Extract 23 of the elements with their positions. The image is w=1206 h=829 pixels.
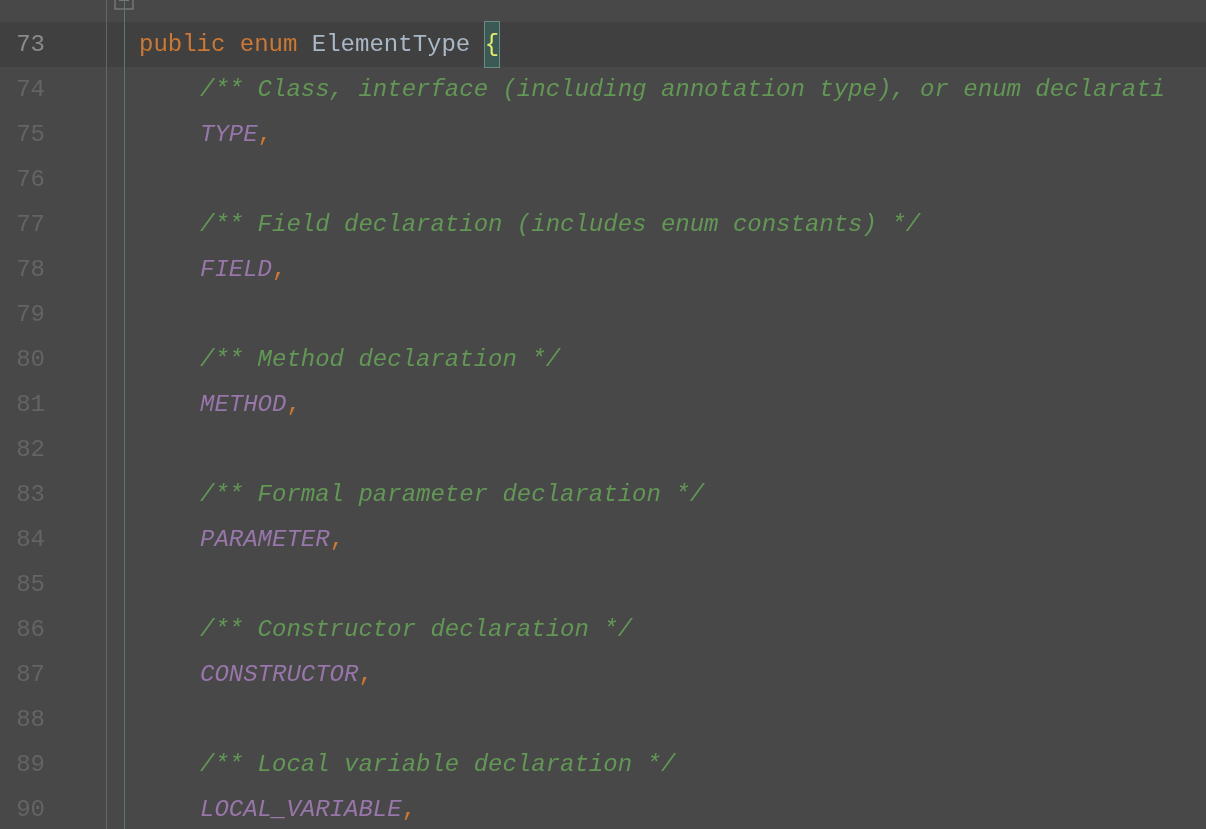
comma-token: , — [286, 390, 301, 420]
identifier-token: ElementType — [311, 30, 471, 60]
comma-token: , — [257, 120, 272, 150]
comma-token: , — [358, 660, 373, 690]
enum-constant: LOCAL_VARIABLE — [200, 795, 402, 825]
comma-token: , — [401, 795, 417, 825]
enum-constant: PARAMETER — [200, 525, 330, 555]
enum-constant: CONSTRUCTOR — [200, 660, 359, 690]
keyword-token: enum — [239, 30, 298, 60]
comma-token: , — [272, 255, 287, 285]
code-comment: /** Field declaration (includes enum constants) */ — [200, 210, 921, 240]
enum-constant: TYPE — [200, 120, 258, 150]
comma-token: , — [329, 525, 345, 555]
line-number: 73 — [15, 30, 45, 60]
code-comment: /** Method declaration */ — [200, 345, 561, 375]
code-comment: /** Constructor declaration */ — [200, 615, 633, 645]
code-comment: /** Class, interface (including annotation type), or enum declarati — [200, 75, 1165, 105]
code-comment: /** Local variable declaration */ — [200, 750, 676, 780]
code-comment: /** Formal parameter declaration */ — [200, 480, 705, 510]
enum-constant: FIELD — [200, 255, 272, 285]
keyword-token: public — [139, 30, 226, 60]
brace-token: { — [484, 22, 500, 67]
enum-constant: METHOD — [200, 390, 287, 420]
